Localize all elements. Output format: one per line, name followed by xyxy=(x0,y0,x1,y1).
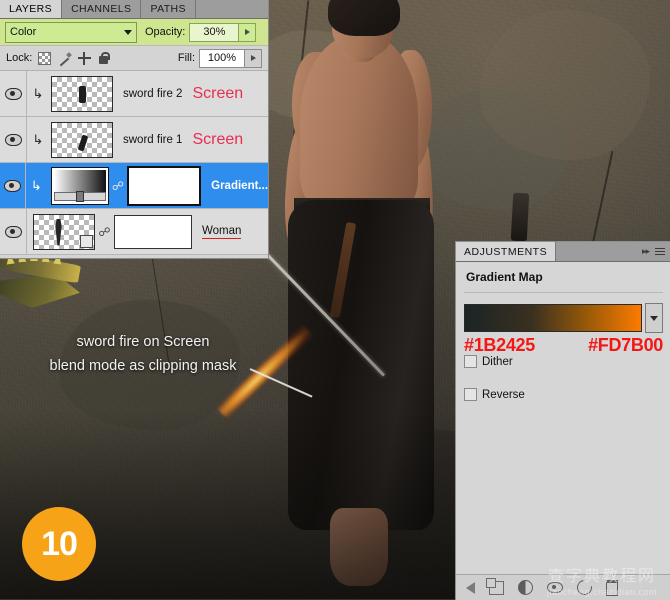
tab-channels[interactable]: CHANNELS xyxy=(62,0,142,18)
layer-name-label: Woman xyxy=(202,224,242,239)
lock-position-icon[interactable] xyxy=(78,51,92,65)
annotation-line-2: blend mode as clipping mask xyxy=(49,358,237,374)
gradient-map-thumbnail[interactable] xyxy=(50,166,109,205)
layer-visibility-toggle[interactable] xyxy=(0,209,27,254)
step-number-badge: 10 xyxy=(22,507,96,581)
adjustments-tabbar-filler: ▸▸ xyxy=(556,242,670,261)
new-adjustment-layer-icon[interactable] xyxy=(518,580,533,595)
clipping-mask-arrow-icon: ↳ xyxy=(30,177,42,193)
adjustments-tabbar: ADJUSTMENTS ▸▸ xyxy=(456,242,670,262)
dither-label: Dither xyxy=(482,355,513,368)
opacity-input[interactable]: 30% xyxy=(189,22,240,42)
layer-visibility-toggle[interactable] xyxy=(0,71,27,116)
fill-slider-arrow[interactable] xyxy=(245,48,262,68)
reverse-label: Reverse xyxy=(482,388,525,401)
layer-list: ↳ sword fire 2 Screen ↳ sword fire 1 Scr… xyxy=(0,71,268,255)
panel-menu-icon[interactable] xyxy=(655,247,665,256)
layer-visibility-toggle[interactable] xyxy=(0,163,26,208)
double-arrow-right-icon[interactable]: ▸▸ xyxy=(642,246,650,257)
eye-icon xyxy=(4,87,22,100)
layer-name-label: sword fire 1 xyxy=(123,133,183,146)
lock-image-pixels-icon[interactable] xyxy=(58,52,71,65)
reverse-checkbox[interactable] xyxy=(464,388,477,401)
figure-back-torso xyxy=(300,35,418,220)
layer-mask-thumbnail[interactable] xyxy=(127,165,202,206)
layer-mask-link-icon[interactable]: ☍ xyxy=(98,225,111,239)
layer-blend-annotation: Screen xyxy=(192,84,244,102)
blend-mode-value: Color xyxy=(10,26,37,38)
layer-mask-thumbnail[interactable] xyxy=(114,214,192,249)
clipping-mask-arrow-icon: ↳ xyxy=(32,85,44,101)
scabbard xyxy=(510,192,530,242)
annotation-text: sword fire on Screen blend mode as clipp… xyxy=(22,330,264,378)
gradient-preview-bar[interactable] xyxy=(464,304,642,332)
fill-input[interactable]: 100% xyxy=(199,48,245,68)
reverse-row[interactable]: Reverse xyxy=(456,386,670,403)
eye-icon xyxy=(4,133,22,146)
tab-paths[interactable]: PATHS xyxy=(141,0,196,18)
chevron-down-icon xyxy=(650,315,658,321)
toggle-visibility-eye-icon[interactable] xyxy=(547,582,563,593)
gradient-end-hex-label: #FD7B00 xyxy=(588,335,663,355)
figure-hair xyxy=(328,0,400,36)
gradient-editor-row xyxy=(456,303,670,333)
layer-thumbnail[interactable] xyxy=(33,213,95,250)
tab-adjustments[interactable]: ADJUSTMENTS xyxy=(456,242,557,261)
delete-icon[interactable] xyxy=(606,579,618,596)
layer-name-label: sword fire 2 xyxy=(123,87,183,100)
layer-visibility-toggle[interactable] xyxy=(0,117,27,162)
clip-to-layer-icon[interactable] xyxy=(486,577,504,595)
tabbar-filler xyxy=(195,0,268,18)
layer-row-sword-fire-2[interactable]: ↳ sword fire 2 Screen xyxy=(0,71,268,117)
wall-peel-patch xyxy=(480,10,650,160)
gradient-start-hex-label: #1B2425 xyxy=(464,335,535,355)
fill-label: Fill: xyxy=(177,52,195,64)
eye-icon xyxy=(3,179,21,192)
adjustments-panel[interactable]: ADJUSTMENTS ▸▸ Gradient Map #1B2425 #FD7… xyxy=(455,241,670,600)
adjustment-title: Gradient Map xyxy=(466,270,543,284)
layer-thumbnail[interactable] xyxy=(51,75,113,112)
layer-row-woman[interactable]: ☍ Woman xyxy=(0,209,268,255)
layer-name-label: Gradient... xyxy=(211,179,269,192)
lock-transparent-pixels-icon[interactable] xyxy=(38,51,52,65)
blend-mode-select[interactable]: Color xyxy=(5,21,137,43)
reset-icon[interactable] xyxy=(574,577,595,598)
gradient-preset-dropdown[interactable] xyxy=(645,303,663,333)
layer-row-gradient-map[interactable]: ↳ ☍ Gradient... xyxy=(0,163,268,209)
eye-icon xyxy=(4,225,22,238)
lock-row: Lock: Fill: 100% xyxy=(0,46,268,71)
layers-panel[interactable]: LAYERS CHANNELS PATHS Color Opacity: 30%… xyxy=(0,0,269,259)
dither-checkbox[interactable] xyxy=(464,355,477,368)
lock-all-icon[interactable] xyxy=(98,52,111,64)
blend-mode-row: Color Opacity: 30% xyxy=(0,19,268,46)
layer-blend-annotation: Screen xyxy=(192,130,244,148)
opacity-label: Opacity: xyxy=(145,26,186,38)
chevron-down-icon xyxy=(124,29,132,35)
layer-thumbnail[interactable] xyxy=(51,121,113,158)
panel-divider xyxy=(464,292,663,293)
layer-mask-link-icon[interactable]: ☍ xyxy=(112,179,124,193)
adjustments-bottom-toolbar xyxy=(456,574,670,600)
dragon-tail-element xyxy=(0,250,86,318)
annotation-line-1: sword fire on Screen xyxy=(76,334,210,350)
back-arrow-icon[interactable] xyxy=(466,581,475,594)
opacity-slider-arrow[interactable] xyxy=(239,22,257,42)
lock-label: Lock: xyxy=(6,52,33,64)
layer-row-sword-fire-1[interactable]: ↳ sword fire 1 Screen xyxy=(0,117,268,163)
tab-layers[interactable]: LAYERS xyxy=(0,0,63,18)
layers-panel-tabbar: LAYERS CHANNELS PATHS xyxy=(0,0,268,19)
clipping-mask-arrow-icon: ↳ xyxy=(32,131,44,147)
